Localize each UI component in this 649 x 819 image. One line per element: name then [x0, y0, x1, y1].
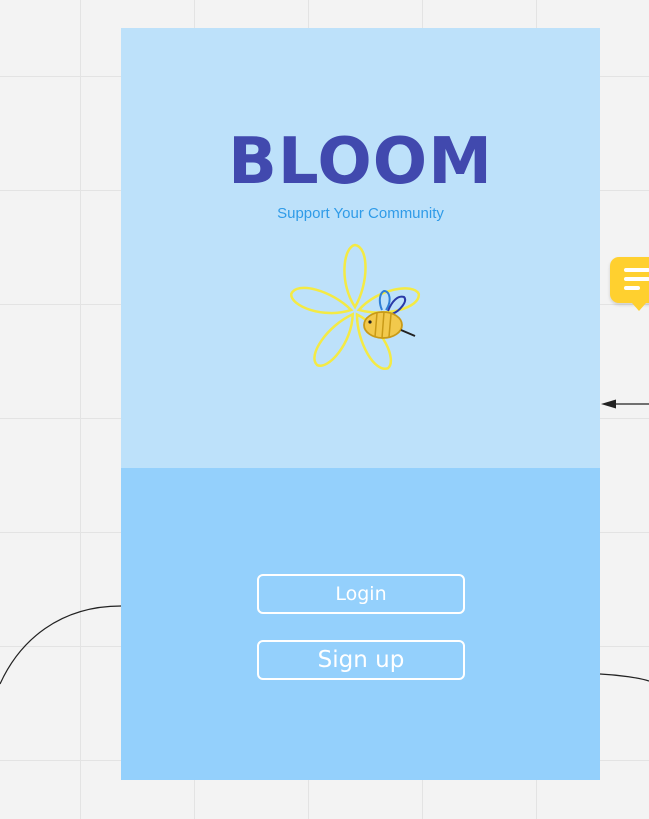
- mobile-screen-frame: BLOOM Support Your Community Login Sign …: [121, 28, 600, 780]
- login-button[interactable]: Login: [257, 574, 465, 614]
- tagline: Support Your Community: [277, 205, 444, 222]
- flower-with-bee-icon: [290, 243, 420, 370]
- auth-panel: Login Sign up: [121, 468, 600, 780]
- connector-left: [0, 605, 122, 685]
- arrowhead-icon: [601, 399, 616, 409]
- connector-right-bottom: [599, 673, 649, 682]
- app-logo: BLOOM: [228, 125, 493, 199]
- comment-icon[interactable]: [610, 257, 649, 311]
- signup-button[interactable]: Sign up: [257, 640, 465, 680]
